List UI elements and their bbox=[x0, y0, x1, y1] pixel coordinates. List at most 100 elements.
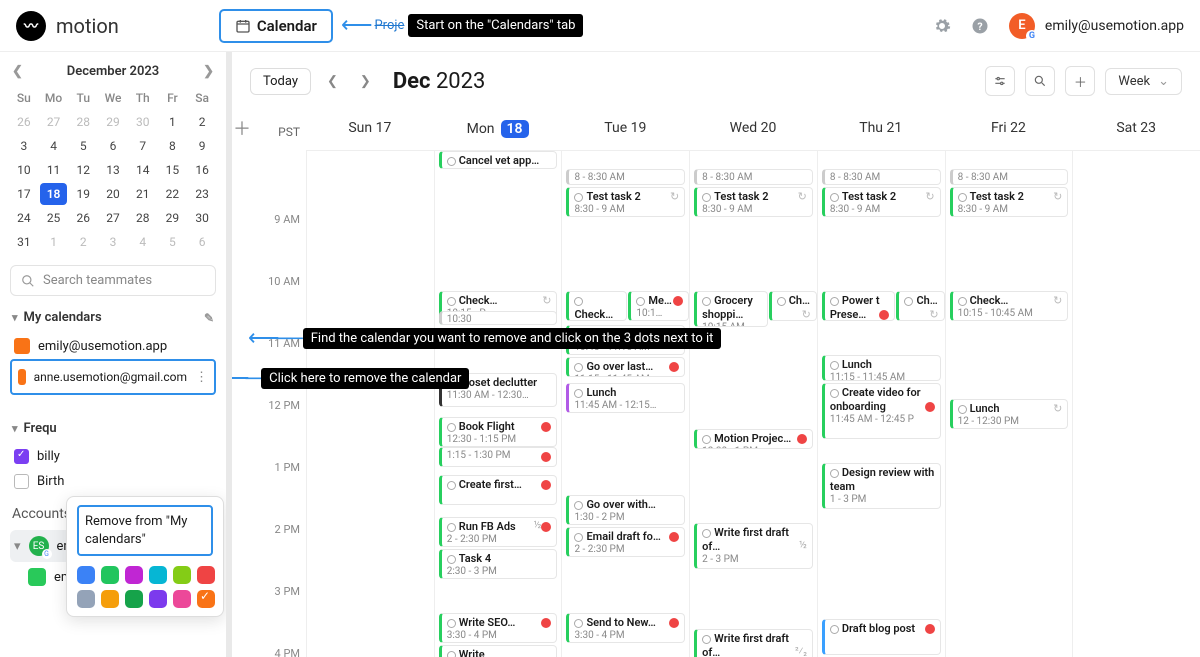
calendar-event[interactable]: 8 - 8:30 AM bbox=[822, 169, 941, 185]
calendar-event[interactable]: Motion Projec…12:30 - 1 PM bbox=[694, 429, 813, 449]
minical-day[interactable]: 17 bbox=[10, 183, 38, 205]
section-frequently[interactable]: ▾ Frequ bbox=[10, 413, 216, 444]
minical-day[interactable]: 26 bbox=[69, 207, 97, 229]
color-swatch[interactable] bbox=[173, 566, 191, 584]
calendar-event[interactable]: 1:15 - 1:30 PM bbox=[439, 447, 558, 467]
minical-day[interactable]: 6 bbox=[188, 231, 216, 253]
user-avatar[interactable]: EG bbox=[1009, 13, 1035, 39]
minical-day[interactable]: 29 bbox=[99, 111, 127, 133]
section-my-calendars[interactable]: ▾ My calendars ✎ bbox=[10, 302, 216, 333]
calendar-event[interactable]: Go over with…1:30 - 2 PM bbox=[566, 495, 685, 525]
day-column-fri[interactable]: 8 - 8:30 AM Test task 2↻8:30 - 9 AM Check…… bbox=[945, 151, 1073, 657]
color-swatch[interactable] bbox=[77, 566, 95, 584]
calendar-event[interactable]: Power t Prese… bbox=[822, 291, 895, 321]
calendar-event[interactable]: Check…↻10:15 - 10:45 AM bbox=[950, 291, 1069, 321]
minical-day[interactable]: 22 bbox=[159, 183, 187, 205]
calendar-event[interactable]: Send to New…3:30 - 4 PM bbox=[566, 613, 685, 643]
help-icon[interactable]: ? bbox=[971, 17, 989, 35]
calendar-event[interactable]: Test task 2↻8:30 - 9 AM bbox=[950, 187, 1069, 217]
calendar-event[interactable]: Ch…↻10:1… bbox=[769, 291, 817, 321]
minical-day[interactable]: 1 bbox=[159, 111, 187, 133]
minical-day[interactable]: 29 bbox=[159, 207, 187, 229]
day-column-sat[interactable] bbox=[1072, 151, 1200, 657]
minical-day[interactable]: 8 bbox=[159, 135, 187, 157]
search-teammates-input[interactable]: Search teammates bbox=[10, 265, 216, 296]
minical-next[interactable]: ❯ bbox=[203, 64, 214, 79]
minical-day[interactable]: 31 bbox=[10, 231, 38, 253]
calendar-event[interactable]: Draft blog post bbox=[822, 619, 941, 655]
tab-calendar[interactable]: Calendar bbox=[219, 9, 333, 43]
calendar-event[interactable]: Lunch11:15 - 11:45 AM bbox=[822, 355, 941, 381]
minical-day[interactable]: 23 bbox=[188, 183, 216, 205]
day-column-sun[interactable] bbox=[306, 151, 434, 657]
calendar-event[interactable]: Ch…↻10:1… bbox=[896, 291, 944, 321]
checkbox-icon[interactable] bbox=[14, 474, 29, 489]
color-swatch[interactable] bbox=[125, 566, 143, 584]
minical-day[interactable]: 4 bbox=[129, 231, 157, 253]
calendar-item-emily[interactable]: emily@usemotion.app bbox=[10, 333, 216, 359]
calendar-event[interactable]: Create first… bbox=[439, 475, 558, 505]
minical-day[interactable]: 11 bbox=[40, 159, 68, 181]
color-swatch[interactable] bbox=[77, 590, 95, 608]
minical-day[interactable]: 4 bbox=[40, 135, 68, 157]
minical-day[interactable]: 28 bbox=[69, 111, 97, 133]
minical-day[interactable]: 10 bbox=[10, 159, 38, 181]
calendar-event[interactable]: Design review with team1 - 3 PM bbox=[822, 463, 941, 509]
minical-day[interactable]: 24 bbox=[10, 207, 38, 229]
calendar-event[interactable]: Test task 2↻8:30 - 9 AM bbox=[694, 187, 813, 217]
calendar-event[interactable]: 8 - 8:30 AM bbox=[694, 169, 813, 185]
color-swatch[interactable] bbox=[149, 590, 167, 608]
calendar-item-anne[interactable]: anne.usemotion@gmail.com ⋮ bbox=[14, 364, 212, 390]
today-button[interactable]: Today bbox=[250, 68, 311, 95]
calendar-event[interactable]: 8 - 8:30 AM bbox=[950, 169, 1069, 185]
add-event-icon[interactable]: ＋ bbox=[1065, 66, 1095, 96]
calendar-event[interactable]: Cancel vet app… bbox=[439, 151, 558, 169]
minical-day[interactable]: 13 bbox=[99, 159, 127, 181]
calendar-event[interactable]: Lunch11:45 AM - 12:15… bbox=[566, 383, 685, 413]
minical-day[interactable]: 30 bbox=[188, 207, 216, 229]
minical-day[interactable]: 28 bbox=[129, 207, 157, 229]
minical-day[interactable]: 2 bbox=[69, 231, 97, 253]
color-swatch[interactable] bbox=[125, 590, 143, 608]
color-swatch[interactable] bbox=[149, 566, 167, 584]
calendar-event[interactable]: Go over last…11:15 - 11:45 AM bbox=[566, 357, 685, 377]
minical-day[interactable]: 5 bbox=[159, 231, 187, 253]
calendar-event[interactable]: 8 - 8:30 AM bbox=[566, 169, 685, 185]
calendar-event[interactable]: Write SEO…3:30 - 4 PM bbox=[439, 613, 558, 643]
calendar-event[interactable]: Lunch↻12 - 12:30 PM bbox=[950, 399, 1069, 429]
prev-week[interactable]: ❮ bbox=[321, 72, 344, 91]
calendar-event[interactable]: 10:30 bbox=[439, 311, 558, 325]
gear-icon[interactable] bbox=[933, 17, 951, 35]
minical-day[interactable]: 18 bbox=[40, 183, 68, 205]
calendar-event[interactable]: Task 42:30 - 3 PM bbox=[439, 549, 558, 579]
minical-prev[interactable]: ❮ bbox=[12, 64, 23, 79]
day-column-mon[interactable]: Cancel vet app…Check…↻10:15 - PAS…10:30C… bbox=[434, 151, 562, 657]
minical-day[interactable]: 6 bbox=[99, 135, 127, 157]
frequent-birth[interactable]: Birth bbox=[10, 469, 216, 494]
minical-day[interactable]: 1 bbox=[40, 231, 68, 253]
color-swatch[interactable] bbox=[197, 566, 215, 584]
view-selector[interactable]: Week⌄ bbox=[1105, 68, 1182, 95]
minical-day[interactable]: 27 bbox=[99, 207, 127, 229]
color-swatch[interactable] bbox=[101, 566, 119, 584]
calendar-event[interactable]: Book Flight12:30 - 1:15 PM bbox=[439, 417, 558, 447]
minical-day[interactable]: 19 bbox=[69, 183, 97, 205]
calendar-event[interactable]: Test task 2↻8:30 - 9 AM bbox=[566, 187, 685, 217]
color-swatch[interactable] bbox=[173, 590, 191, 608]
calendar-event[interactable]: Write first draft of…²⁄₂ bbox=[694, 629, 813, 657]
calendar-event[interactable]: Create video for onboarding11:45 AM - 12… bbox=[822, 383, 941, 439]
minical-day[interactable]: 26 bbox=[10, 111, 38, 133]
day-column-tue[interactable]: 8 - 8:30 AM Test task 2↻8:30 - 9 AM Check…… bbox=[561, 151, 689, 657]
minical-day[interactable]: 3 bbox=[10, 135, 38, 157]
calendar-event[interactable]: Email draft fo…2 - 2:30 PM bbox=[566, 527, 685, 557]
minical-day[interactable]: 2 bbox=[188, 111, 216, 133]
minical-day[interactable]: 12 bbox=[69, 159, 97, 181]
color-swatch[interactable] bbox=[197, 590, 215, 608]
minical-day[interactable]: 5 bbox=[69, 135, 97, 157]
minical-day[interactable]: 7 bbox=[129, 135, 157, 157]
add-calendar-icon[interactable]: ＋ bbox=[232, 115, 252, 151]
settings-sliders-icon[interactable] bbox=[985, 66, 1015, 96]
minical-day[interactable]: 27 bbox=[40, 111, 68, 133]
search-calendar-icon[interactable] bbox=[1025, 66, 1055, 96]
calendar-event[interactable]: Check…10:15 - bbox=[566, 291, 627, 321]
